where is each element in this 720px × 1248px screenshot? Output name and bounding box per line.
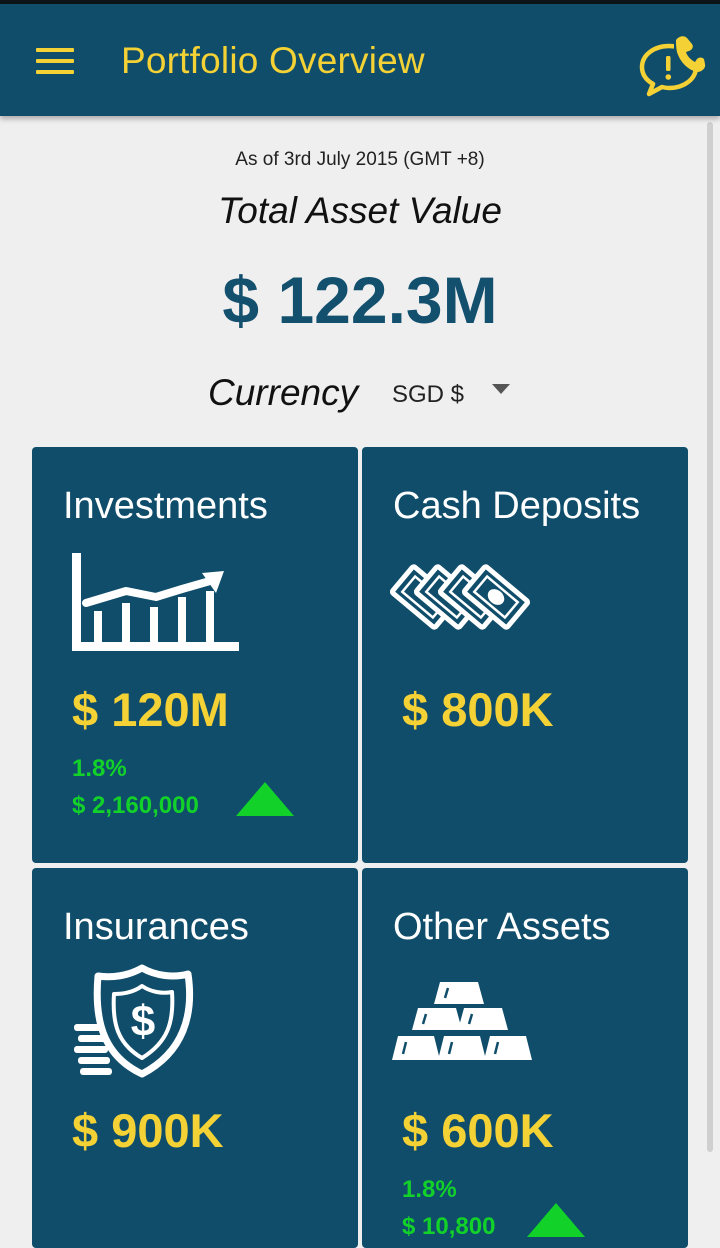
gold-bars-icon	[390, 978, 535, 1069]
cash-deposits-card[interactable]: Cash Deposits $ 800K	[362, 447, 688, 863]
growth-chart-icon	[70, 551, 242, 658]
trend-up-icon	[235, 779, 295, 824]
change-percent: 1.8%	[72, 755, 127, 782]
svg-text:$: $	[131, 997, 155, 1046]
currency-selected-value: SGD $	[392, 381, 465, 408]
hamburger-menu-icon[interactable]	[36, 48, 76, 76]
shield-dollar-icon: $	[70, 964, 200, 1085]
change-amount: $ 2,160,000	[72, 792, 199, 819]
currency-label: Currency	[208, 372, 359, 413]
card-value: $ 800K	[402, 683, 554, 736]
total-asset-label: Total Asset Value	[218, 190, 502, 231]
app-bar: Portfolio Overview	[0, 4, 720, 116]
total-asset-value: $ 122.3M	[222, 263, 498, 337]
card-title: Cash Deposits	[393, 485, 641, 527]
card-value: $ 120M	[72, 683, 229, 736]
card-value: $ 600K	[402, 1104, 554, 1157]
change-percent: 1.8%	[402, 1176, 457, 1203]
card-title: Other Assets	[393, 906, 611, 948]
insurances-card[interactable]: Insurances $ $ 900K	[32, 868, 358, 1248]
page-title: Portfolio Overview	[121, 40, 425, 81]
currency-dropdown[interactable]: SGD $	[388, 376, 518, 414]
dropdown-caret-icon	[492, 384, 510, 394]
banknotes-icon	[389, 553, 535, 658]
card-title: Insurances	[63, 906, 249, 948]
trend-up-icon	[526, 1200, 586, 1245]
card-title: Investments	[63, 485, 268, 527]
change-amount: $ 10,800	[402, 1213, 496, 1240]
as-of-date: As of 3rd July 2015 (GMT +8)	[235, 149, 485, 170]
other-assets-card[interactable]: Other Assets $ 600K 1.8% $ 10,800	[362, 868, 688, 1248]
investments-card[interactable]: Investments $ 120M 1.8% $ 2,160,000	[32, 447, 358, 863]
card-value: $ 900K	[72, 1104, 224, 1157]
phone-alert-icon[interactable]	[636, 30, 706, 100]
